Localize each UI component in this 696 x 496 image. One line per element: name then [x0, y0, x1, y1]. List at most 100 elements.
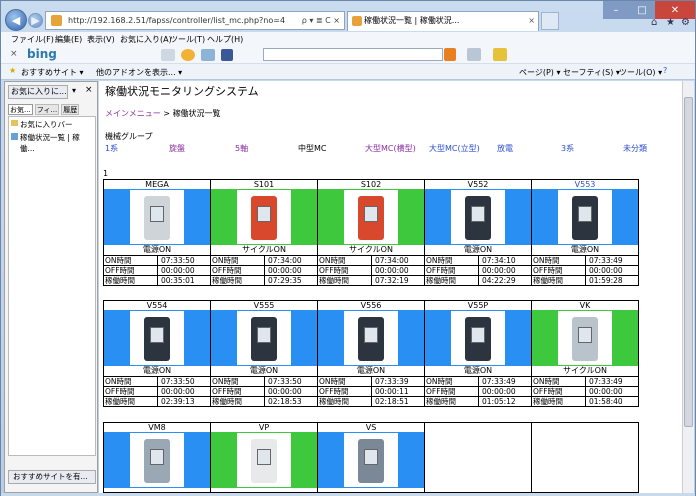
time-label: 稼働時間	[425, 397, 479, 406]
browser-tab[interactable]: 稼働状況一覧 | 稼働状況... ×	[347, 11, 539, 31]
menu-help[interactable]: ヘルプ(H)	[207, 34, 243, 45]
machine-cell[interactable]: V55P 電源ON ON時間 07:33:49 OFF時間 00:00:00 稼働時間 01:…	[424, 300, 532, 407]
time-label: ON時間	[104, 256, 158, 265]
machine-name: VM8	[148, 423, 166, 432]
category-link[interactable]: 1系	[105, 143, 118, 154]
machine-icon	[251, 317, 277, 361]
bing-search-input[interactable]	[263, 48, 443, 61]
translate-icon[interactable]	[467, 48, 481, 61]
close-sidebar-icon[interactable]: ×	[85, 85, 93, 95]
machine-cell[interactable]: V553 電源ON ON時間 07:33:49 OFF時間 00:00:00 稼働時間 01:…	[531, 179, 639, 286]
menu-file[interactable]: ファイル(F)	[11, 34, 54, 45]
command-page[interactable]: ページ(P) ▾	[519, 67, 560, 78]
new-tab-button[interactable]	[541, 12, 559, 30]
vertical-scrollbar[interactable]	[682, 81, 694, 493]
command-safety[interactable]: セーフティ(S) ▾	[563, 67, 620, 78]
machine-cell[interactable]: S101 サイクルON ON時間 07:34:00 OFF時間 00:00:00 稼働時間 0…	[210, 179, 318, 286]
time-value: 00:00:00	[161, 387, 195, 396]
toolbar-icons[interactable]	[161, 49, 253, 61]
category-link[interactable]: 大型MC(横型)	[365, 143, 416, 154]
category-link[interactable]: 放電	[497, 143, 513, 154]
machine-cell[interactable]: VS	[317, 422, 425, 493]
machine-status-panel	[104, 189, 210, 245]
tab-history[interactable]: 履歴	[61, 104, 80, 115]
machine-name[interactable]: V553	[532, 180, 638, 189]
machine-cell[interactable]: V555 電源ON ON時間 07:33:50 OFF時間 00:00:00 稼働時間 02:…	[210, 300, 318, 407]
bing-search-icon[interactable]	[444, 48, 456, 61]
machine-photo	[344, 311, 398, 365]
suggested-sites-button[interactable]: おすすめサイトを有...	[8, 470, 96, 484]
sidebar-item-favbar[interactable]: お気に入りバー	[9, 117, 95, 130]
machine-photo	[558, 311, 612, 365]
run-time-row: 稼働時間 07:29:35	[211, 275, 317, 285]
category-link[interactable]: 大型MC(立型)	[429, 143, 480, 154]
machine-table: MEGA 電源ON ON時間 07:33:50 OFF時間 00:00:00 稼働時間 00:…	[103, 179, 639, 286]
address-bar[interactable]: http://192.168.2.51/fapss/controller/lis…	[45, 11, 345, 30]
machine-photo	[130, 190, 184, 244]
on-time-row: ON時間 07:34:00	[318, 255, 424, 265]
mail-icon[interactable]	[201, 49, 215, 61]
forward-button[interactable]: ▶	[28, 13, 43, 28]
machine-icon	[358, 317, 384, 361]
category-link[interactable]: 3系	[561, 143, 574, 154]
suggested-sites[interactable]: おすすめサイト ▾	[21, 67, 84, 78]
address-controls[interactable]: ρ ▾ ≣ C ×	[302, 12, 340, 29]
addons-link[interactable]: 他のアドオンを表示... ▾	[96, 67, 182, 78]
machine-cell[interactable]: VK サイクルON ON時間 07:33:49 OFF時間 00:00:00 稼働時間 01:…	[531, 300, 639, 407]
category-link[interactable]: 5軸	[235, 143, 248, 154]
time-label: OFF時間	[211, 266, 265, 275]
settings-gear-icon[interactable]: ⚙	[681, 17, 690, 28]
machine-cell[interactable]: S102 サイクルON ON時間 07:34:00 OFF時間 00:00:00 稼働時間 0…	[317, 179, 425, 286]
page-title: 稼働状況モニタリングシステム	[105, 85, 259, 98]
run-time-row: 稼働時間 01:58:40	[532, 396, 638, 406]
time-label: ON時間	[425, 256, 479, 265]
bing-toolbar: × bing	[1, 46, 695, 64]
map-icon[interactable]	[161, 49, 175, 61]
machine-cell[interactable]: V556 電源ON ON時間 07:33:39 OFF時間 00:00:11 稼働時間 02:…	[317, 300, 425, 407]
sidebar-item-page[interactable]: 稼働状況一覧 | 稼働...	[9, 130, 95, 154]
minimize-button[interactable]: –	[603, 1, 629, 19]
machine-cell[interactable]: VM8	[103, 422, 211, 493]
tab-feeds[interactable]: フィ...	[34, 104, 60, 115]
machine-window	[150, 449, 164, 465]
home-icon[interactable]: ⌂	[651, 17, 657, 28]
highlight-icon[interactable]	[493, 48, 507, 61]
close-toolbar-icon[interactable]: ×	[10, 49, 18, 59]
machine-window	[364, 449, 378, 465]
machine-cell[interactable]: V554 電源ON ON時間 07:33:50 OFF時間 00:00:00 稼働時間 02:…	[103, 300, 211, 407]
machine-cell[interactable]: MEGA 電源ON ON時間 07:33:50 OFF時間 00:00:00 稼働時間 00:…	[103, 179, 211, 286]
add-to-favorites-button[interactable]: お気に入りに...	[8, 85, 68, 99]
tab-favorites[interactable]: お気...	[8, 104, 33, 115]
breadcrumb-main-menu[interactable]: メインメニュー	[105, 109, 161, 118]
facebook-icon[interactable]	[221, 49, 233, 61]
close-tab-icon[interactable]: ×	[528, 12, 535, 30]
category-link[interactable]: 未分類	[623, 143, 647, 154]
machine-cell[interactable]: VP	[210, 422, 318, 493]
machine-status: 電源ON	[463, 245, 493, 254]
machine-icon	[251, 439, 277, 483]
menu-tools[interactable]: ツール(T)	[170, 34, 205, 45]
machine-status-panel	[211, 189, 317, 245]
machine-name: V55P	[467, 301, 489, 310]
browser-window: ◀ ▶ http://192.168.2.51/fapss/controller…	[0, 0, 696, 496]
menu-edit[interactable]: 編集(E)	[55, 34, 82, 45]
folder-icon	[11, 120, 18, 126]
weather-icon[interactable]	[181, 49, 195, 61]
scroll-thumb[interactable]	[684, 97, 693, 427]
favorites-star-icon[interactable]: ★	[9, 66, 16, 75]
help-icon[interactable]: ?	[663, 66, 667, 75]
sidebar-dropdown-icon[interactable]: ▾	[72, 86, 76, 95]
sidebar-tabs: お気... フィ... 履歴	[8, 104, 96, 115]
menu-favorites[interactable]: お気に入り(A)	[120, 34, 172, 45]
page-icon	[11, 133, 18, 140]
machine-photo	[344, 433, 398, 487]
menu-view[interactable]: 表示(V)	[87, 34, 115, 45]
category-link[interactable]: 旋盤	[169, 143, 185, 154]
machine-window	[578, 206, 592, 222]
machine-cell[interactable]: V552 電源ON ON時間 07:34:10 OFF時間 00:00:00 稼働時間 04:…	[424, 179, 532, 286]
command-tools[interactable]: ツール(O) ▾	[619, 67, 662, 78]
machine-status: サイクルON	[242, 245, 286, 254]
back-button[interactable]: ◀	[5, 9, 27, 31]
run-time-row: 稼働時間 01:59:28	[532, 275, 638, 285]
favorites-star-icon[interactable]: ★	[666, 17, 675, 28]
